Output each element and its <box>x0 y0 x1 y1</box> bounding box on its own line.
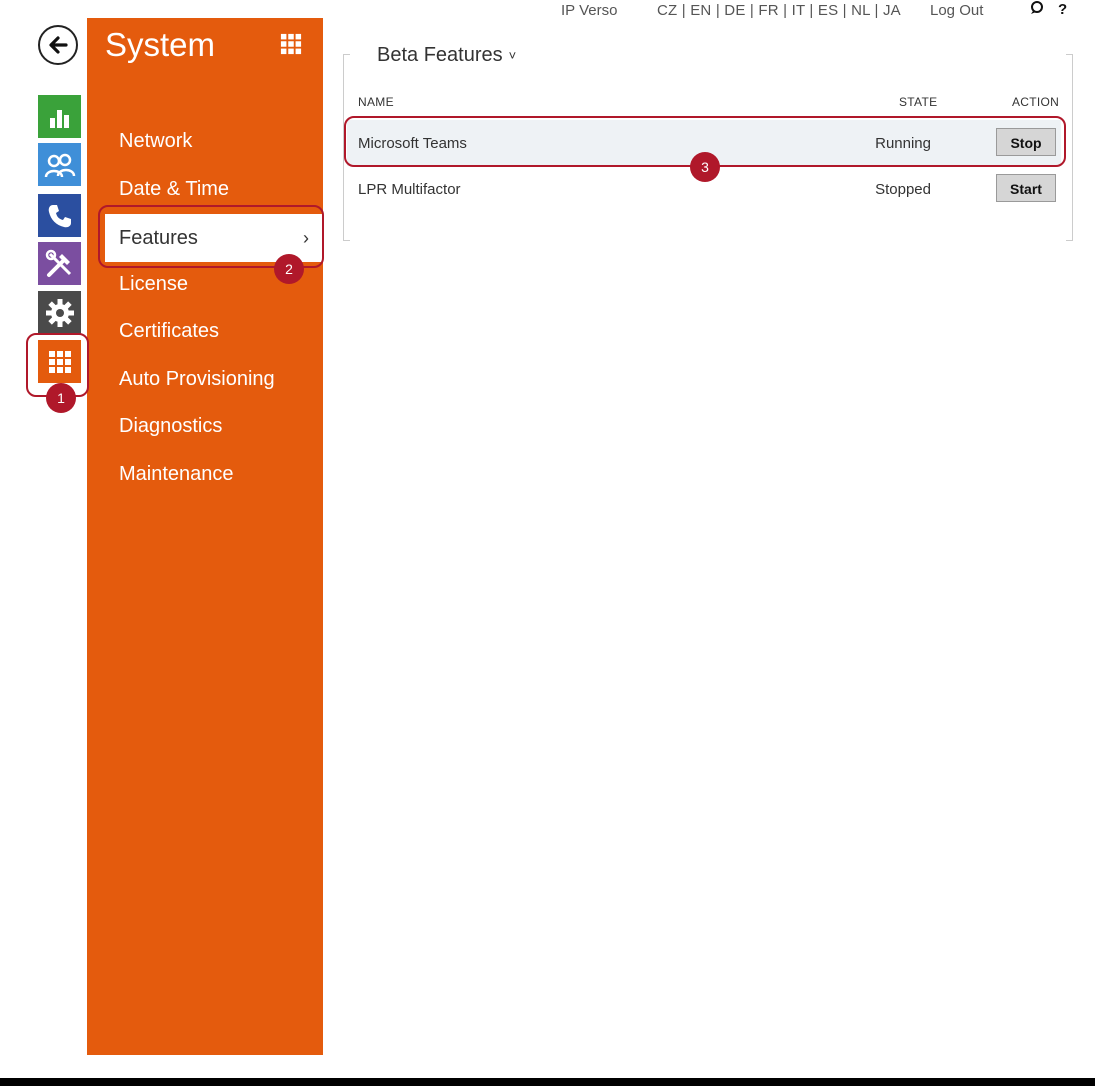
panel-border-right <box>1066 54 1073 241</box>
column-header-state: STATE <box>899 95 938 109</box>
callout-badge-1: 1 <box>46 383 76 413</box>
sidebar-item-diagnostics[interactable]: Diagnostics <box>119 415 222 438</box>
sidebar-item-license[interactable]: License <box>119 273 188 296</box>
help-icon[interactable]: ? <box>1058 1 1067 18</box>
sidebar-item-auto-provisioning[interactable]: Auto Provisioning <box>119 368 275 391</box>
grid-icon[interactable] <box>280 33 302 60</box>
sidebar-item-certificates[interactable]: Certificates <box>119 320 219 343</box>
column-header-action: ACTION <box>1012 95 1060 109</box>
sidebar-title: System <box>105 26 216 63</box>
section-title-label: Beta Features <box>377 44 503 66</box>
sidebar-item-network[interactable]: Network <box>119 130 192 153</box>
section-title[interactable]: Beta Features ˅ <box>377 44 516 67</box>
sidebar-item-date-time[interactable]: Date & Time <box>119 178 229 201</box>
logout-link[interactable]: Log Out <box>930 2 983 19</box>
chevron-down-icon: ˅ <box>508 48 517 64</box>
status-chart-icon[interactable] <box>38 95 81 138</box>
feature-state: Stopped <box>875 181 931 198</box>
feature-name: LPR Multifactor <box>358 181 461 198</box>
services-gear-icon[interactable] <box>38 291 81 334</box>
column-header-name: NAME <box>358 95 394 109</box>
feedback-icon[interactable] <box>1030 1 1044 19</box>
start-button[interactable]: Start <box>996 174 1056 202</box>
language-selector[interactable]: CZ | EN | DE | FR | IT | ES | NL | JA <box>657 2 901 19</box>
hardware-tools-icon[interactable] <box>38 242 81 285</box>
callout-badge-3: 3 <box>690 152 720 182</box>
directory-users-icon[interactable] <box>38 143 81 186</box>
system-sidebar: System Network Date & Time Features › Li… <box>87 18 323 1055</box>
callout-badge-2: 2 <box>274 254 304 284</box>
calls-phone-icon[interactable] <box>38 194 81 237</box>
device-name: IP Verso <box>561 2 618 19</box>
back-arrow-icon[interactable] <box>38 25 78 65</box>
sidebar-item-maintenance[interactable]: Maintenance <box>119 463 234 486</box>
bottom-border <box>0 1078 1095 1086</box>
